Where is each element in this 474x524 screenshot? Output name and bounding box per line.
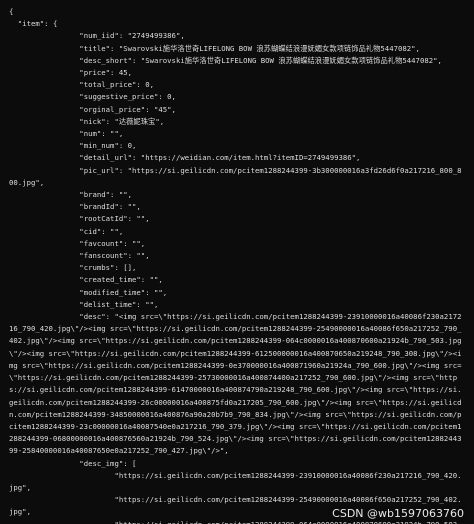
json-line: "total_price": 0, — [9, 80, 154, 90]
json-line: "crumbs": [], — [9, 263, 137, 273]
json-line: "created_time": "", — [9, 275, 163, 285]
json-line: "pic_url": "https://si.geilicdn.com/pcit… — [9, 165, 462, 187]
json-line: "cid": "", — [9, 226, 124, 236]
json-viewer-window: { "item": { "num_iid": "2749499386", "ti… — [0, 0, 474, 524]
json-line: { — [9, 7, 14, 16]
json-line: "detail_url": "https://weidian.com/item.… — [9, 153, 361, 163]
json-line: "title": "Swarovski施华洛世奇LIFELONG BOW 浪苏蝴… — [9, 43, 420, 53]
json-line: "suggestive_price": 0, — [9, 92, 176, 102]
json-line: "num_iid": "2749499386", — [9, 31, 185, 41]
json-line: "modified_time": "", — [9, 287, 168, 297]
json-line: "brand": "", — [9, 190, 133, 200]
json-response-body: { "item": { "num_iid": "2749499386", "ti… — [9, 6, 465, 524]
json-line: "price": 45, — [9, 68, 133, 78]
csdn-watermark: CSDN @wb1597063760 — [328, 506, 468, 522]
json-line: "min_num": 0, — [9, 141, 137, 151]
json-line: "num": "", — [9, 129, 124, 139]
json-line: "nick": "达薇妮珠宝", — [9, 116, 165, 126]
json-line: "fanscount": "", — [9, 251, 150, 261]
json-line: "delist_time": "", — [9, 299, 159, 309]
json-line: "orginal_price": "45", — [9, 104, 176, 114]
json-line: "brandId": "", — [9, 202, 141, 212]
json-line: "item": { — [9, 19, 58, 29]
json-line: "desc": "<img src=\"https://si.geilicdn.… — [9, 312, 462, 456]
json-line: "https://si.geilicdn.com/pcitem128824439… — [9, 470, 462, 492]
json-line: "desc_short": "Swarovski施华洛世奇LIFELONG BO… — [9, 55, 442, 65]
json-line: "desc_img": [ — [9, 458, 137, 468]
json-line: "rootCatId": "", — [9, 214, 150, 224]
json-line: "favcount": "", — [9, 238, 146, 248]
